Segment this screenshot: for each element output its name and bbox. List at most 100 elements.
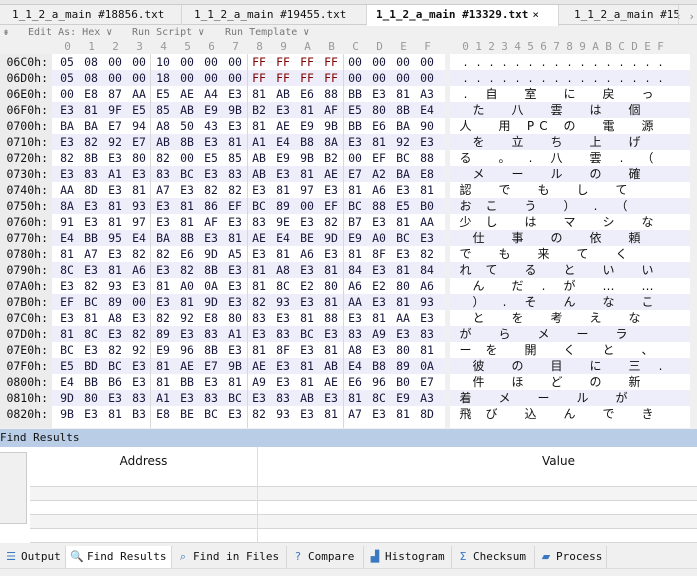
hex-byte[interactable]: 93 [104, 278, 126, 294]
text-char[interactable]: の [589, 166, 602, 182]
text-char[interactable]: 自 [485, 86, 498, 102]
hex-byte[interactable]: E3 [248, 390, 270, 406]
hex-byte[interactable]: E7 [344, 166, 366, 182]
text-char[interactable]: . [589, 70, 602, 86]
text-char[interactable]: ん [472, 278, 485, 294]
text-char[interactable]: い [602, 262, 615, 278]
hex-byte[interactable]: E3 [320, 246, 342, 262]
hex-byte[interactable]: A8 [104, 310, 126, 326]
text-char[interactable]: と [472, 310, 485, 326]
hex-byte[interactable]: E3 [224, 214, 246, 230]
hex-byte[interactable]: E7 [416, 374, 438, 390]
hex-byte[interactable]: E3 [104, 390, 126, 406]
text-char[interactable]: な [602, 294, 615, 310]
hex-byte[interactable]: B6 [104, 374, 126, 390]
hex-byte[interactable]: A9 [248, 374, 270, 390]
hex-byte[interactable]: 88 [368, 198, 390, 214]
hex-byte[interactable]: A2 [368, 166, 390, 182]
hex-byte[interactable]: 00 [224, 54, 246, 70]
hex-byte[interactable]: BA [56, 118, 78, 134]
hex-byte[interactable]: 80 [128, 150, 150, 166]
hex-byte[interactable]: 8A [320, 134, 342, 150]
text-char[interactable]: . [602, 70, 615, 86]
text-char[interactable]: . [537, 54, 550, 70]
hex-byte[interactable]: FF [248, 54, 270, 70]
text-char[interactable]: 戻 [602, 86, 615, 102]
hex-byte[interactable]: 81 [392, 406, 414, 422]
hex-byte[interactable]: 84 [416, 262, 438, 278]
hex-byte[interactable]: 81 [56, 326, 78, 342]
text-char[interactable]: ほ [511, 374, 524, 390]
hex-byte[interactable]: BB [80, 230, 102, 246]
hex-byte[interactable]: BC [200, 406, 222, 422]
text-char[interactable]: と [563, 262, 576, 278]
hex-byte[interactable]: 89 [152, 326, 174, 342]
text-char[interactable]: . [459, 86, 472, 102]
hex-byte[interactable]: 97 [296, 182, 318, 198]
hex-byte[interactable]: 82 [128, 246, 150, 262]
hex-byte[interactable]: 81 [152, 374, 174, 390]
hex-byte[interactable]: BC [176, 166, 198, 182]
hex-byte[interactable]: AE [320, 166, 342, 182]
hex-byte[interactable]: BC [344, 198, 366, 214]
hex-byte[interactable]: E8 [152, 406, 174, 422]
bottom-tab-find-in-files[interactable]: ⌕ Find in Files [172, 546, 287, 568]
hex-byte[interactable]: 08 [80, 70, 102, 86]
hex-byte[interactable]: E3 [368, 406, 390, 422]
hex-byte[interactable]: E3 [152, 214, 174, 230]
text-char[interactable]: 雲 [550, 102, 563, 118]
text-char[interactable]: 飛 [459, 406, 472, 422]
hex-byte[interactable]: AB [296, 390, 318, 406]
hex-byte[interactable]: 81 [416, 342, 438, 358]
hex-byte[interactable]: 81 [56, 246, 78, 262]
hex-byte[interactable]: 83 [128, 390, 150, 406]
run-script-dropdown[interactable]: Run Script ∨ [132, 25, 204, 40]
hex-byte[interactable]: 00 [368, 54, 390, 70]
hex-byte[interactable]: 82 [56, 150, 78, 166]
text-char[interactable]: く [615, 246, 628, 262]
hex-byte[interactable]: 00 [392, 70, 414, 86]
hex-byte[interactable]: B3 [128, 406, 150, 422]
text-char[interactable]: . [459, 70, 472, 86]
text-char[interactable]: . [498, 70, 511, 86]
hex-byte[interactable]: 93 [272, 294, 294, 310]
text-char[interactable]: ん [563, 294, 576, 310]
text-char[interactable]: . [485, 70, 498, 86]
hex-byte[interactable]: BE [176, 406, 198, 422]
hex-byte[interactable]: 81 [176, 198, 198, 214]
hex-byte[interactable]: 43 [200, 118, 222, 134]
hex-byte[interactable]: E3 [296, 342, 318, 358]
hex-byte[interactable]: B0 [416, 198, 438, 214]
hex-byte[interactable]: E3 [104, 326, 126, 342]
hex-byte[interactable]: E6 [368, 118, 390, 134]
text-char[interactable]: . [472, 54, 485, 70]
hex-byte[interactable]: E3 [128, 166, 150, 182]
text-char[interactable]: た [472, 102, 485, 118]
hex-byte[interactable]: 82 [152, 246, 174, 262]
hex-byte[interactable]: 85 [224, 150, 246, 166]
run-template-dropdown[interactable]: Run Template ∨ [225, 25, 309, 40]
hex-byte[interactable]: AA [392, 310, 414, 326]
text-char[interactable]: が [615, 390, 628, 406]
hex-byte[interactable]: 94 [128, 118, 150, 134]
text-char[interactable]: . [615, 54, 628, 70]
hex-byte[interactable]: 00 [176, 70, 198, 86]
column-header-value[interactable]: Value [258, 447, 697, 473]
hex-byte[interactable]: 05 [56, 70, 78, 86]
hex-byte[interactable]: 9B [56, 406, 78, 422]
hex-byte[interactable]: 93 [272, 406, 294, 422]
hex-byte[interactable]: 82 [128, 326, 150, 342]
text-char[interactable]: で [498, 182, 511, 198]
text-char[interactable]: し [576, 182, 589, 198]
text-char[interactable]: 三 [628, 358, 641, 374]
text-char[interactable]: 開 [524, 342, 537, 358]
hex-byte[interactable]: AA [344, 294, 366, 310]
hex-byte[interactable]: AA [56, 182, 78, 198]
text-char[interactable]: に [589, 358, 602, 374]
text-char[interactable]: … [641, 278, 654, 294]
hex-byte[interactable]: 81 [392, 86, 414, 102]
text-char[interactable]: . [628, 54, 641, 70]
text-char[interactable]: の [511, 358, 524, 374]
hex-byte[interactable]: AB [176, 102, 198, 118]
hex-byte[interactable]: 82 [80, 134, 102, 150]
